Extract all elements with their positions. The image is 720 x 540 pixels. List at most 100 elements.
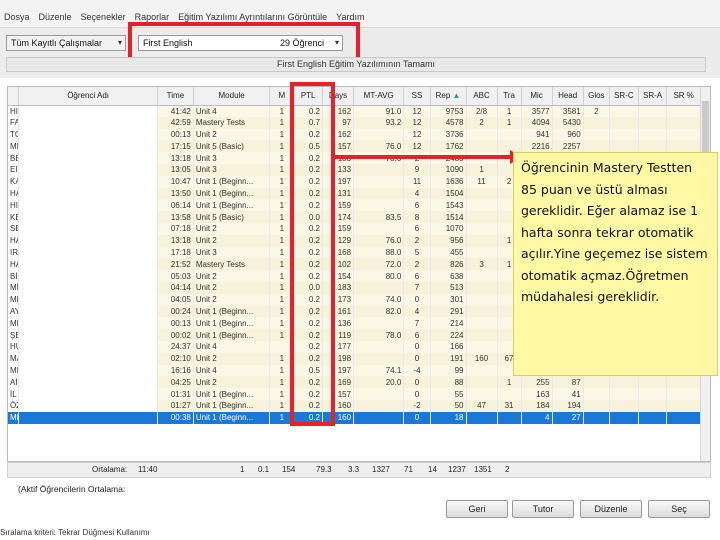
table-cell: 12 (403, 116, 431, 129)
table-row[interactable]: MI 00:38 Unit 1 (Beginn... 1 0.2 160 0 18 4 27 (8, 411, 701, 424)
table-cell: 0 (403, 411, 431, 424)
table-cell (466, 411, 498, 424)
select-button[interactable]: Seç (648, 500, 710, 518)
table-cell: 6 (403, 222, 431, 235)
column-header[interactable]: Time (157, 87, 194, 106)
table-cell: 638 (430, 270, 467, 282)
menu-items: Dosya Düzenle Seçenekler Raporlar Eğitim Yaz… (4, 12, 365, 22)
table-cell (638, 399, 668, 412)
table-cell: AY (8, 305, 20, 318)
table-cell: 41:42 (157, 105, 194, 117)
column-header[interactable]: ABC (466, 87, 498, 106)
table-cell (18, 270, 158, 282)
table-cell: 5 (403, 246, 431, 259)
avg-glos: 2 (505, 465, 510, 474)
table-row[interactable]: TC00:13Unit 210.2162123736941960 (8, 128, 701, 141)
table-cell (353, 352, 405, 365)
menu-item[interactable]: Düzenle (39, 12, 72, 22)
column-header[interactable]: Glos (583, 87, 611, 106)
table-cell (638, 128, 668, 141)
column-header[interactable]: Mic (521, 87, 553, 106)
table-cell: 01:31 (157, 388, 194, 400)
table-cell (353, 281, 405, 294)
column-header[interactable]: Module (193, 87, 271, 106)
table-cell (18, 175, 158, 188)
table-cell: 1514 (430, 211, 467, 223)
edit-button[interactable]: Düzenle (580, 500, 642, 518)
column-header[interactable]: SS (403, 87, 431, 106)
column-header[interactable] (8, 87, 20, 106)
column-header[interactable]: Rep ▲ (430, 87, 467, 106)
table-cell (466, 281, 498, 294)
table-header: Öğrenci Adı Time Module M PTL Days MT-AVG SS Rep… (8, 87, 701, 106)
table-cell: MI (8, 364, 20, 377)
table-cell (18, 246, 158, 259)
table-cell: 04:05 (157, 293, 194, 306)
column-header[interactable]: Öğrenci Adı (18, 87, 158, 106)
table-cell: Unit 2 (193, 376, 271, 389)
back-button[interactable]: Geri (446, 500, 508, 518)
column-header[interactable]: SR-A (638, 87, 668, 106)
table-cell (497, 411, 522, 424)
table-cell (18, 329, 158, 341)
menu-item[interactable]: Raporlar (135, 12, 170, 22)
filter-dropdown[interactable]: Tüm Kayıtlı Çalışmalar ▾ (6, 35, 126, 51)
table-cell (583, 116, 611, 129)
table-cell: KE (8, 211, 20, 223)
filter-dropdown-value: Tüm Kayıtlı Çalışmalar (11, 38, 103, 48)
table-cell: 00:38 (157, 411, 194, 424)
menu-item[interactable]: Seçenekler (81, 12, 126, 22)
table-cell: 13:05 (157, 163, 194, 176)
table-cell: 214 (430, 317, 467, 330)
table-cell (466, 222, 498, 235)
active-students-average-label: (Aktif Öğrencilerin Ortalama: (18, 484, 126, 494)
table-cell (353, 340, 405, 353)
table-cell: 99 (430, 364, 467, 377)
table-cell: 6 (403, 199, 431, 212)
column-header[interactable]: SR % (666, 87, 701, 106)
table-cell: 31 (497, 399, 522, 412)
column-header[interactable]: Tra (497, 87, 522, 106)
table-cell: Unit 1 (Beginn... (193, 388, 271, 400)
table-cell: HI (8, 105, 20, 117)
table-row[interactable]: HI 41:42 Unit 4 1 0.2 162 91.0 12 9753 2/8 1 3577 35… (8, 105, 701, 117)
table-cell: 88 (430, 376, 467, 389)
table-cell (18, 163, 158, 176)
table-cell (583, 376, 611, 389)
table-cell: Unit 1 (Beginn... (193, 329, 271, 341)
table-cell (353, 199, 405, 212)
table-row[interactable]: FA42:59Mastery Tests10.79793.21245782140… (8, 116, 701, 129)
table-cell (609, 376, 639, 389)
table-row[interactable]: ÖZ01:27Unit 1 (Beginn...10.2160-25047311… (8, 399, 701, 412)
table-cell (353, 163, 405, 176)
table-cell: 960 (552, 128, 584, 141)
table-cell: ŞE (8, 329, 20, 341)
table-cell: 00:13 (157, 128, 194, 141)
column-header[interactable]: MT-AVG (353, 87, 405, 106)
table-row[interactable]: MI 17:15 Unit 5 (Basic) 1 0.5 157 76.0 12 1762 22… (8, 140, 701, 153)
menu-item[interactable]: Dosya (4, 12, 30, 22)
menu-item[interactable]: Eğitim Yazılımı Ayrıntılarını Görüntüle (178, 12, 327, 22)
table-cell (353, 388, 405, 400)
table-cell (18, 211, 158, 223)
table-cell: Unit 1 (Beginn... (193, 411, 271, 424)
table-row[interactable]: İL 01:31 Unit 1 (Beginn... 1 0.2 157 0 55 163 41 (8, 388, 701, 400)
table-cell: 1 (466, 163, 498, 176)
tutor-button[interactable]: Tutor (512, 500, 574, 518)
table-cell: 826 (430, 258, 467, 271)
table-cell: 3 (466, 258, 498, 271)
table-cell: 166 (430, 340, 467, 353)
table-cell: 21:52 (157, 258, 194, 271)
table-cell: 12 (403, 140, 431, 153)
table-cell (638, 376, 668, 389)
table-cell: Unit 2 (193, 293, 271, 306)
table-cell (18, 281, 158, 294)
table-cell: 41 (552, 388, 584, 400)
table-cell (18, 258, 158, 271)
table-cell (666, 411, 701, 424)
menu-item[interactable]: Yardım (336, 12, 364, 22)
table-cell: 05:03 (157, 270, 194, 282)
column-header[interactable]: SR-C (609, 87, 639, 106)
table-row[interactable]: Aİ 04:25 Unit 2 1 0.2 169 20.0 0 88 1 255 87 (8, 376, 701, 389)
column-header[interactable]: Head (552, 87, 584, 106)
